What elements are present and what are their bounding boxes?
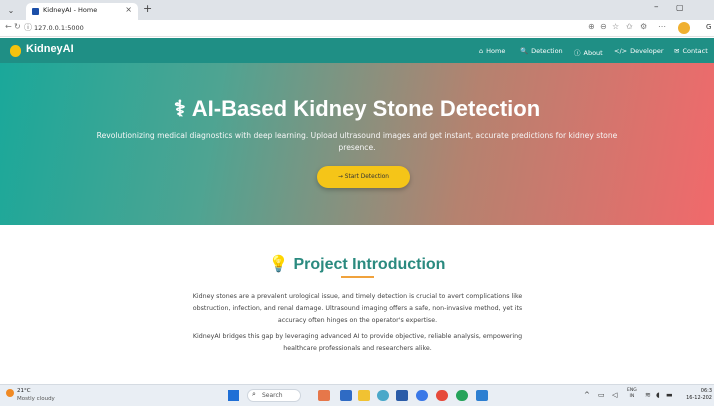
- windows-taskbar: 21°C Mostly cloudy ⌕ Search ^ ▭ ◁ ENG IN …: [0, 384, 714, 406]
- tray-chevron-icon[interactable]: ^: [584, 391, 590, 399]
- vscode-app-icon[interactable]: [476, 390, 488, 401]
- extensions-icon[interactable]: ⚙: [640, 22, 647, 31]
- url-field[interactable]: 127.0.0.1:5000: [34, 24, 84, 32]
- whatsapp-app-icon[interactable]: [456, 390, 468, 401]
- zoom-icon[interactable]: ⊕: [588, 22, 595, 31]
- intro-title-text: Project Introduction: [293, 256, 446, 273]
- store-app-icon[interactable]: [396, 390, 408, 401]
- photos-app-icon[interactable]: [416, 390, 428, 401]
- favorite-star-icon[interactable]: ☆: [612, 22, 619, 31]
- windows-start-icon[interactable]: [228, 390, 239, 401]
- search-icon: ⌕: [252, 390, 256, 398]
- edge-browser-icon[interactable]: [377, 390, 389, 401]
- favorites-bar-icon[interactable]: ✩: [626, 22, 633, 31]
- language-indicator[interactable]: ENG IN: [627, 388, 637, 400]
- brand-logo[interactable]: KidneyAI: [26, 43, 74, 55]
- taskbar-search-placeholder: Search: [262, 392, 283, 399]
- task-view-icon[interactable]: [340, 390, 352, 401]
- window-minimize-button[interactable]: –: [654, 2, 659, 12]
- wifi-icon[interactable]: ≋: [645, 391, 651, 399]
- address-bar-row: ← ↻ ⓘ 127.0.0.1:5000 ⊕ ⊖ ☆ ✩ ⚙ ⋯ G: [0, 20, 714, 37]
- reload-icon[interactable]: ↻: [14, 22, 21, 31]
- new-tab-button[interactable]: +: [143, 3, 152, 15]
- nav-detection[interactable]: 🔍 Detection: [520, 47, 563, 55]
- hero-section: ⚕ AI-Based Kidney Stone Detection Revolut…: [0, 63, 714, 225]
- weather-temp[interactable]: 21°C: [17, 388, 31, 394]
- battery-icon[interactable]: ▬: [666, 391, 673, 399]
- code-icon: </>: [614, 47, 628, 55]
- start-detection-button[interactable]: → Start Detection: [317, 166, 410, 188]
- home-icon: ⌂: [479, 47, 484, 55]
- browser-tab-strip: ⌄ KidneyAI - Home × + – ▢: [0, 0, 714, 20]
- nav-developer[interactable]: </> Developer: [614, 47, 664, 55]
- title-underline: [341, 276, 374, 278]
- weather-desc[interactable]: Mostly cloudy: [17, 396, 55, 402]
- window-maximize-button[interactable]: ▢: [676, 3, 684, 12]
- file-explorer-icon[interactable]: [358, 390, 370, 401]
- hero-title-text: AI-Based Kidney Stone Detection: [191, 96, 541, 121]
- hero-title: ⚕ AI-Based Kidney Stone Detection: [0, 96, 714, 122]
- profile-label[interactable]: G: [706, 23, 711, 31]
- browser-tab[interactable]: KidneyAI - Home ×: [26, 3, 138, 20]
- volume-icon[interactable]: ◖: [656, 391, 660, 399]
- hero-subtitle: Revolutionizing medical diagnostics with…: [96, 131, 618, 152]
- search-icon: 🔍: [520, 47, 529, 55]
- intro-title: 💡 Project Introduction: [0, 254, 714, 274]
- envelope-icon: ✉: [674, 47, 680, 55]
- nav-contact[interactable]: ✉ Contact: [674, 47, 708, 55]
- info-icon: ⓘ: [574, 49, 581, 57]
- tab-title: KidneyAI - Home: [43, 6, 98, 14]
- tray-send-icon[interactable]: ◁: [612, 391, 617, 399]
- nav-about[interactable]: ⓘ About: [574, 47, 603, 57]
- copilot-icon[interactable]: [678, 22, 690, 34]
- taskbar-search[interactable]: ⌕ Search: [247, 389, 301, 402]
- weather-icon[interactable]: [6, 389, 14, 397]
- site-info-icon[interactable]: ⓘ: [24, 22, 32, 33]
- site-navbar: KidneyAI ⌂ Home 🔍 Detection ⓘ About </> Deve…: [0, 38, 714, 63]
- intro-paragraph-1: Kidney stones are a prevalent urological…: [192, 293, 523, 324]
- lightbulb-icon: 💡: [268, 256, 289, 273]
- nav-home[interactable]: ⌂ Home: [479, 47, 505, 55]
- back-arrow-icon[interactable]: ←: [5, 22, 12, 31]
- stethoscope-icon: ⚕: [173, 96, 186, 121]
- widgets-app-icon[interactable]: [318, 390, 330, 401]
- intro-paragraph-2: KidneyAI bridges this gap by leveraging …: [192, 333, 523, 352]
- tab-close-icon[interactable]: ×: [125, 5, 132, 14]
- tray-display-icon[interactable]: ▭: [598, 391, 605, 399]
- more-menu-icon[interactable]: ⋯: [658, 22, 666, 31]
- chrome-app-icon[interactable]: [436, 390, 448, 401]
- taskbar-clock[interactable]: 06:3 16-12-202: [680, 388, 712, 402]
- kidney-logo-icon: [10, 45, 21, 57]
- tab-favicon-icon: [32, 8, 39, 15]
- tab-list-chevron-icon[interactable]: ⌄: [4, 4, 18, 17]
- reading-mode-icon[interactable]: ⊖: [600, 22, 607, 31]
